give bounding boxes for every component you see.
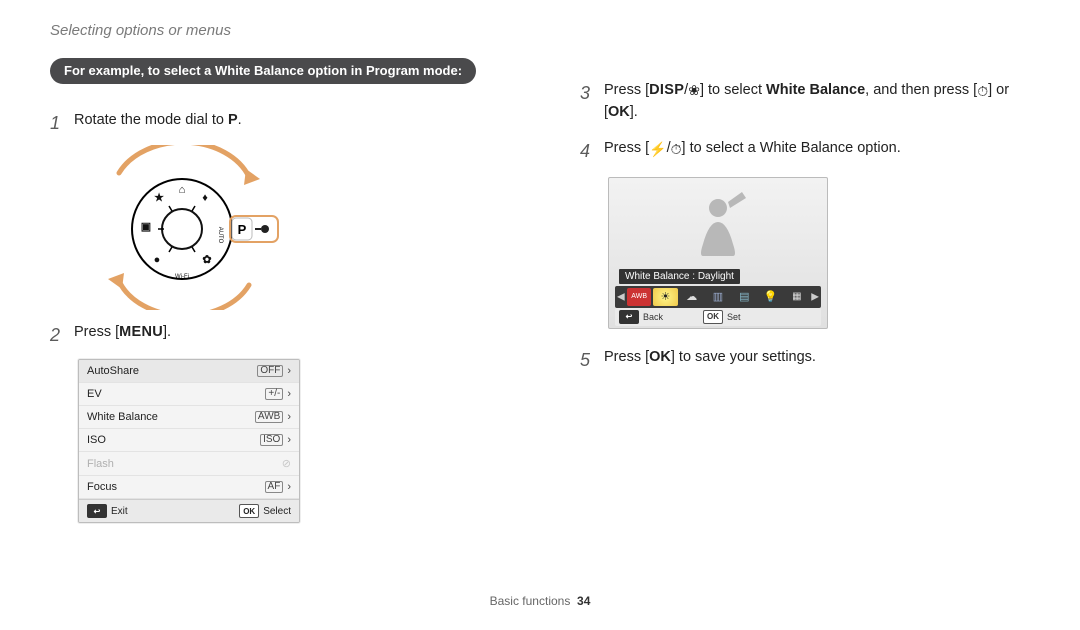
step-3-t2: ] to select bbox=[700, 82, 766, 98]
step-5-text: Press [ bbox=[604, 349, 649, 365]
step-5-t2: ] to save your settings. bbox=[671, 349, 816, 365]
wb-icon: AWB bbox=[255, 411, 283, 423]
timer-icon: ⏱ bbox=[671, 142, 682, 156]
back-key-icon: ↩ bbox=[87, 504, 107, 518]
left-column: For example, to select a White Balance o… bbox=[50, 58, 500, 523]
disp-button-token: DISP bbox=[649, 82, 684, 98]
step-1: 1 Rotate the mode dial to P. bbox=[50, 110, 500, 137]
wb-cloudy-icon: ☁ bbox=[680, 288, 704, 306]
svg-text:●: ● bbox=[154, 254, 161, 266]
menu-screenshot: AutoShare OFF› EV +/-› White Balance AWB… bbox=[78, 359, 300, 523]
example-heading-bubble: For example, to select a White Balance o… bbox=[50, 58, 476, 84]
menu-footer-select: OK Select bbox=[239, 504, 291, 518]
step-4: 4 Press [⚡/⏱] to select a White Balance … bbox=[580, 138, 1030, 165]
wb-bold: White Balance bbox=[766, 82, 865, 98]
wb-daylight-icon: ☀ bbox=[653, 288, 677, 306]
wb-fluorescent-h-icon: ▥ bbox=[706, 288, 730, 306]
svg-text:⌂: ⌂ bbox=[179, 184, 186, 196]
step-2: 2 Press [MENU]. bbox=[50, 322, 500, 349]
select-label: Select bbox=[263, 506, 291, 517]
page-footer: Basic functions 34 bbox=[0, 594, 1080, 608]
step-3: 3 Press [DISP/❀] to select White Balance… bbox=[580, 80, 1030, 124]
exit-label: Exit bbox=[111, 506, 128, 517]
iso-icon: ISO bbox=[260, 434, 283, 446]
svg-text:★: ★ bbox=[154, 192, 164, 204]
menu-row-label: Focus bbox=[87, 481, 117, 493]
menu-row-wb: White Balance AWB› bbox=[79, 406, 299, 429]
focus-icon: AF bbox=[265, 481, 284, 493]
ev-icon: +/- bbox=[265, 388, 283, 400]
wb-option-tray: ◀ AWB ☀ ☁ ▥ ▤ 💡 ▦ ▶ bbox=[615, 286, 821, 308]
menu-row-autoshare: AutoShare OFF› bbox=[79, 360, 299, 383]
step-5-number: 5 bbox=[580, 347, 596, 374]
mode-p-token: P bbox=[228, 112, 238, 128]
wb-tungsten-icon: 💡 bbox=[758, 288, 782, 306]
menu-row-label: AutoShare bbox=[87, 365, 139, 377]
wb-option-screenshot: White Balance : Daylight ◀ AWB ☀ ☁ ▥ ▤ 💡… bbox=[608, 177, 828, 329]
step-5: 5 Press [OK] to save your settings. bbox=[580, 347, 1030, 374]
step-3-t5: ]. bbox=[630, 104, 638, 120]
ok-key-icon: OK bbox=[239, 504, 259, 518]
menu-row-ev: EV +/-› bbox=[79, 383, 299, 406]
flash-icon: ⚡ bbox=[649, 142, 666, 156]
step-1-post: . bbox=[238, 112, 242, 128]
menu-row-iso: ISO ISO› bbox=[79, 429, 299, 452]
mode-dial-illustration: ⌂ ★ ♦ ▣ ● ✿ Wi-Fi AUTO P bbox=[74, 145, 294, 310]
svg-text:✿: ✿ bbox=[202, 254, 211, 266]
tray-right-arrow-icon: ▶ bbox=[811, 291, 819, 302]
menu-row-label: White Balance bbox=[87, 411, 158, 423]
wb-auto-icon: AWB bbox=[627, 288, 651, 306]
back-label: Back bbox=[643, 312, 663, 322]
step-3-text: Press [ bbox=[604, 82, 649, 98]
wb-footer-set: OK Set bbox=[703, 310, 741, 324]
ok-button-token: OK bbox=[649, 349, 671, 365]
svg-text:▣: ▣ bbox=[141, 221, 151, 233]
breadcrumb: Selecting options or menus bbox=[50, 22, 231, 39]
macro-icon: ❀ bbox=[688, 82, 700, 98]
step-2-number: 2 bbox=[50, 322, 66, 349]
back-key-icon: ↩ bbox=[619, 310, 639, 324]
step-1-number: 1 bbox=[50, 110, 66, 137]
silhouette-graphic bbox=[673, 184, 763, 264]
auto-label: AUTO bbox=[217, 227, 223, 244]
menu-row-focus: Focus AF› bbox=[79, 476, 299, 499]
menu-row-label: Flash bbox=[87, 458, 114, 470]
menu-row-flash: Flash ⊘ bbox=[79, 452, 299, 476]
page-number: 34 bbox=[577, 594, 590, 608]
wb-current-label: White Balance : Daylight bbox=[619, 269, 740, 284]
step-4-text: Press [ bbox=[604, 140, 649, 156]
wb-footer: ↩ Back OK Set bbox=[615, 308, 821, 326]
ok-button-token: OK bbox=[608, 104, 630, 120]
autoshare-icon: OFF bbox=[257, 365, 283, 377]
svg-text:P: P bbox=[238, 222, 247, 237]
right-column: 3 Press [DISP/❀] to select White Balance… bbox=[580, 58, 1030, 523]
wb-footer-back: ↩ Back bbox=[619, 310, 663, 324]
page-section: Basic functions bbox=[490, 594, 571, 608]
step-3-t3: , and then press [ bbox=[865, 82, 977, 98]
timer-icon: ⏱ bbox=[977, 84, 988, 98]
menu-button-token: MENU bbox=[119, 324, 163, 340]
menu-row-label: EV bbox=[87, 388, 102, 400]
step-2-pre: Press [ bbox=[74, 324, 119, 340]
set-label: Set bbox=[727, 312, 741, 322]
menu-footer: ↩ Exit OK Select bbox=[79, 499, 299, 522]
flash-disabled-icon: ⊘ bbox=[282, 457, 291, 470]
step-2-post: ]. bbox=[163, 324, 171, 340]
menu-footer-exit: ↩ Exit bbox=[87, 504, 128, 518]
step-4-t2: ] to select a White Balance option. bbox=[682, 140, 901, 156]
step-3-number: 3 bbox=[580, 80, 596, 107]
menu-row-label: ISO bbox=[87, 434, 106, 446]
ok-key-icon: OK bbox=[703, 310, 723, 324]
wb-fluorescent-l-icon: ▤ bbox=[732, 288, 756, 306]
tray-left-arrow-icon: ◀ bbox=[617, 291, 625, 302]
wifi-label: Wi-Fi bbox=[175, 274, 189, 280]
step-4-number: 4 bbox=[580, 138, 596, 165]
wb-custom-icon: ▦ bbox=[785, 288, 809, 306]
svg-text:♦: ♦ bbox=[202, 192, 208, 204]
step-1-text: Rotate the mode dial to bbox=[74, 112, 228, 128]
